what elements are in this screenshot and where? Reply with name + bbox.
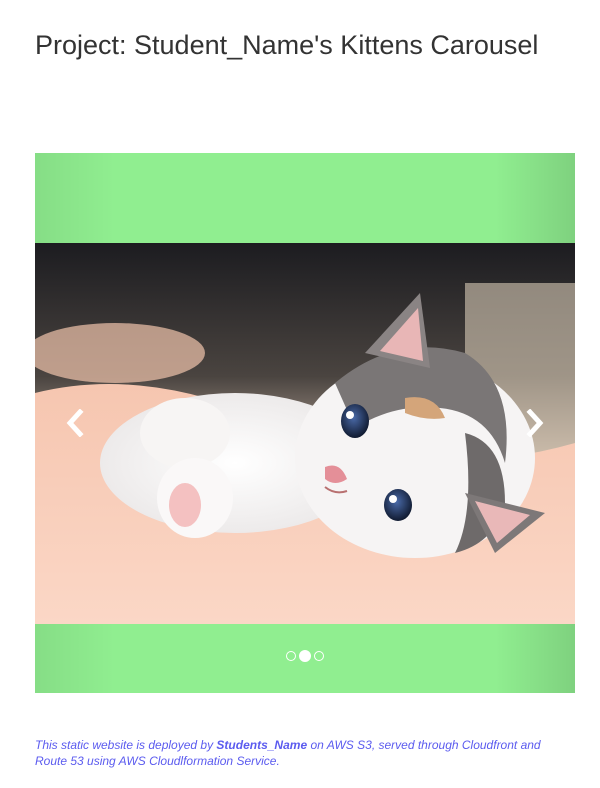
deployment-note: This static website is deployed by Stude… — [35, 737, 575, 769]
carousel-indicators — [35, 650, 575, 662]
chevron-right-icon — [526, 409, 544, 437]
carousel-next-button[interactable] — [495, 153, 575, 693]
chevron-left-icon — [66, 409, 84, 437]
carousel-indicator-2[interactable] — [299, 650, 311, 662]
student-name: Students_Name — [216, 738, 308, 752]
carousel-prev-button[interactable] — [35, 153, 115, 693]
carousel-indicator-1[interactable] — [286, 651, 296, 661]
kittens-carousel — [35, 153, 575, 693]
page-title: Project: Student_Name's Kittens Carousel — [35, 30, 539, 60]
deployment-note-prefix: This static website is deployed by — [35, 738, 217, 752]
carousel-indicator-3[interactable] — [314, 651, 324, 661]
kitten-slide-image — [35, 243, 575, 624]
